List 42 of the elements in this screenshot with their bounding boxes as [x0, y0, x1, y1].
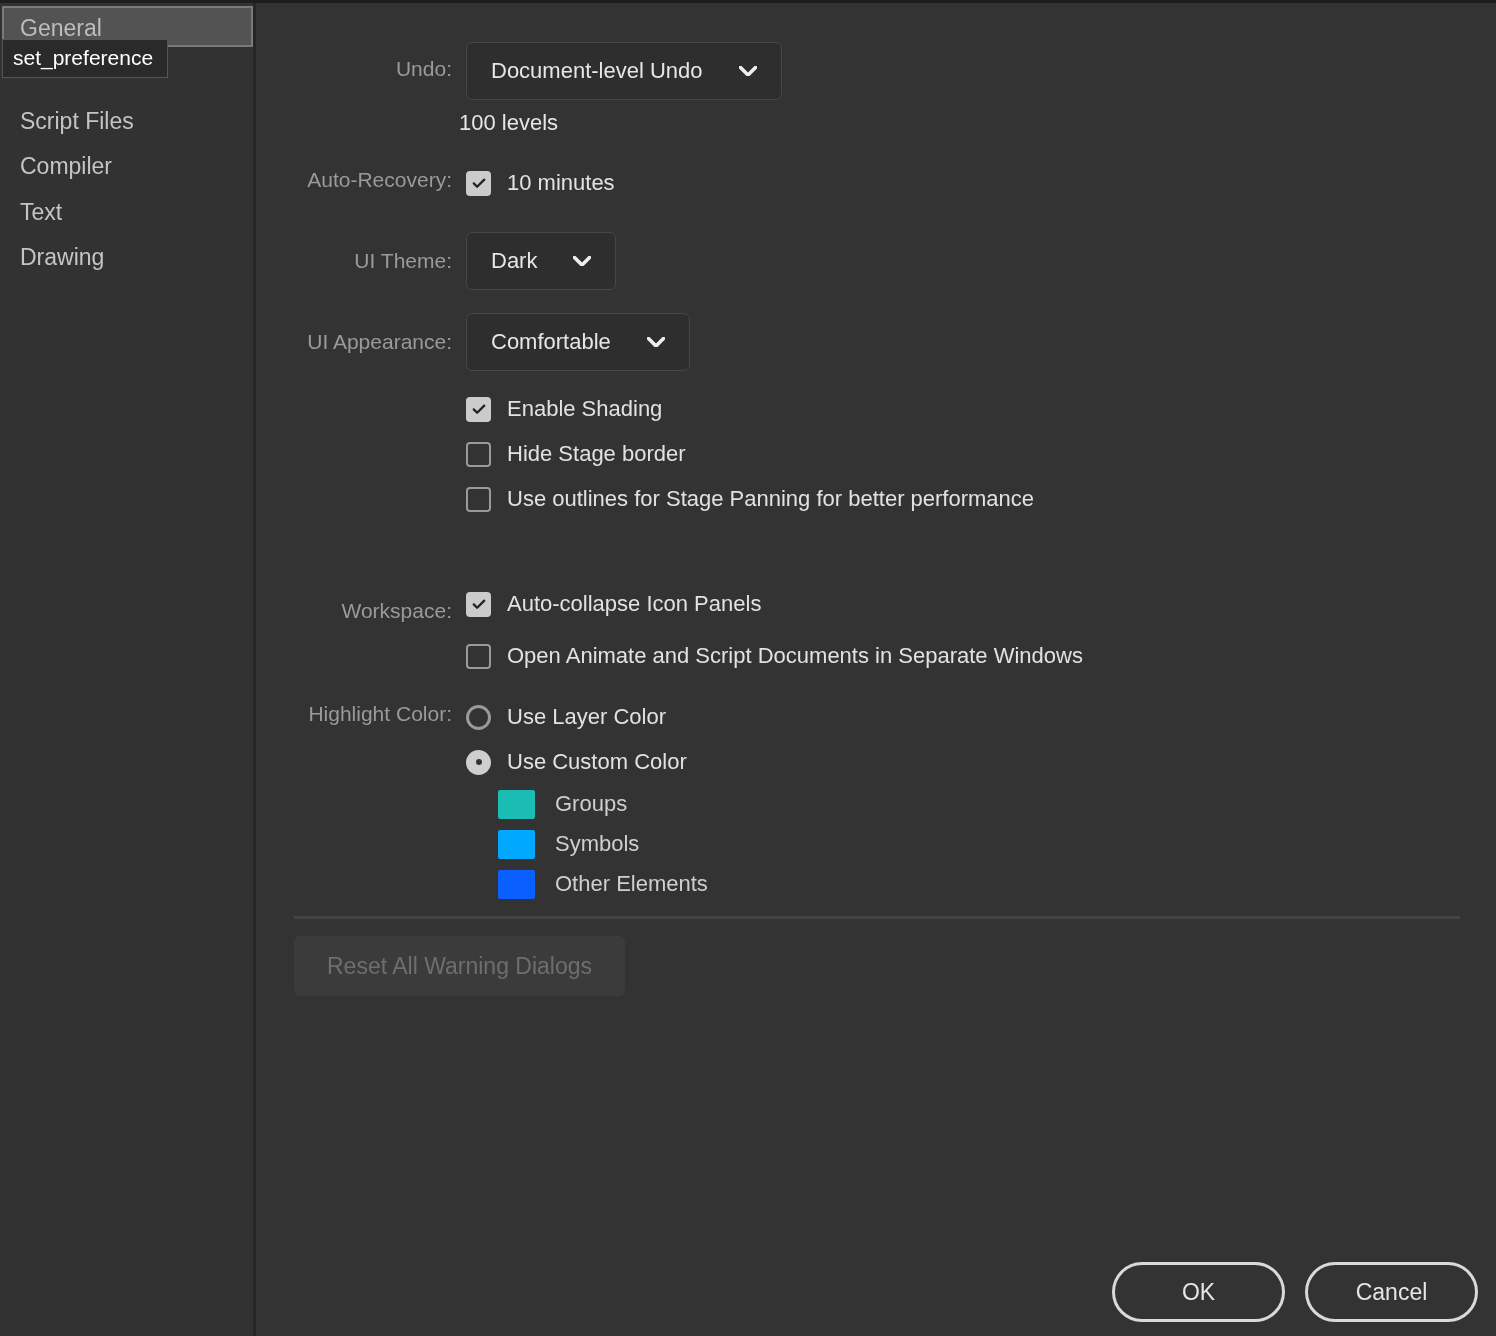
checkbox-label: 10 minutes: [507, 170, 615, 196]
setting-label: Undo:: [395, 57, 452, 81]
checkbox[interactable]: [466, 486, 491, 512]
checkbox[interactable]: [466, 396, 491, 422]
checkbox-label: Hide Stage border: [507, 441, 686, 467]
swatch-label: Other Elements: [555, 871, 708, 897]
dropdown[interactable]: Dark: [466, 232, 617, 290]
radio-label: Use Custom Color: [507, 749, 687, 775]
setting-label: UI Appearance:: [307, 330, 452, 354]
radio-label: Use Layer Color: [507, 704, 666, 730]
sidebar-item[interactable]: Text: [2, 189, 253, 231]
color-swatch[interactable]: [498, 869, 535, 899]
chevron-down-icon: [738, 65, 757, 77]
dropdown[interactable]: Document-level Undo: [466, 42, 782, 100]
chevron-down-icon: [573, 255, 592, 267]
ok-button[interactable]: OK: [1112, 1262, 1285, 1322]
tooltip: set_preference: [2, 38, 169, 78]
cancel-button[interactable]: Cancel: [1305, 1262, 1478, 1322]
radio-button[interactable]: [466, 749, 491, 775]
color-swatch[interactable]: [498, 829, 535, 859]
checkbox-label: Auto-collapse Icon Panels: [507, 591, 762, 617]
sidebar-item[interactable]: Compiler: [2, 144, 253, 185]
chevron-down-icon: [646, 336, 665, 348]
radio-button[interactable]: [466, 704, 491, 730]
swatch-label: Symbols: [555, 831, 640, 857]
checkbox[interactable]: [466, 643, 491, 669]
swatch-label: Groups: [555, 791, 628, 817]
sidebar-item[interactable]: Drawing: [2, 235, 253, 276]
setting-label: UI Theme:: [354, 249, 452, 273]
checkbox-label: Use outlines for Stage Panning for better performance: [507, 486, 1035, 512]
color-swatch[interactable]: [498, 789, 535, 819]
setting-label: Auto-Recovery:: [307, 168, 452, 192]
checkbox[interactable]: [466, 170, 491, 196]
sidebar-item[interactable]: Script Files: [2, 98, 253, 140]
checkbox[interactable]: [466, 591, 491, 617]
setting-label: Workspace:: [341, 599, 452, 623]
checkbox-label: Open Animate and Script Documents in Separate Windows: [507, 643, 1083, 669]
checkbox[interactable]: [466, 441, 491, 467]
checkbox-label: Enable Shading: [507, 396, 663, 422]
setting-label: Highlight Color:: [308, 702, 452, 726]
dropdown[interactable]: Comfortable: [466, 313, 690, 371]
undo-levels-text: 100 levels: [459, 110, 560, 136]
